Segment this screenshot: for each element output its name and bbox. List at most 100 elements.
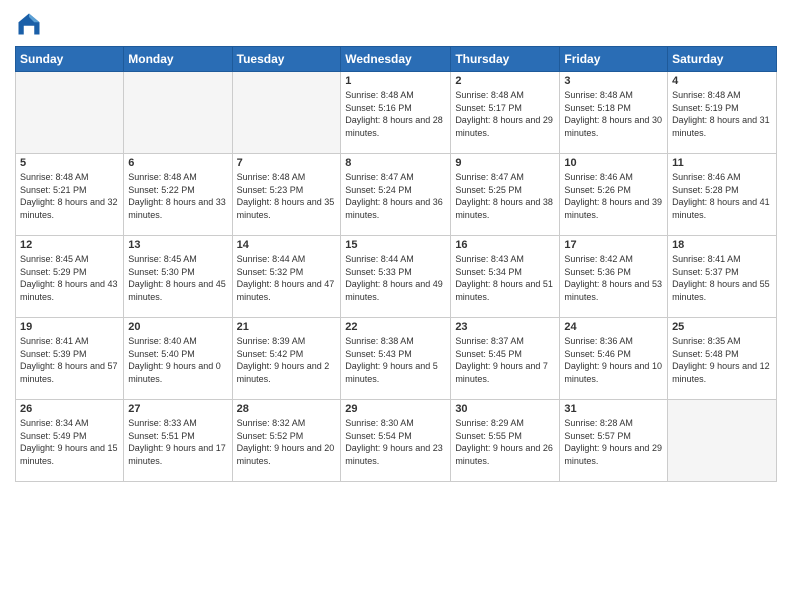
day-cell: 26 Sunrise: 8:34 AM Sunset: 5:49 PM Dayli… xyxy=(16,400,124,482)
day-number: 1 xyxy=(345,75,446,87)
day-number: 15 xyxy=(345,239,446,251)
day-cell: 17 Sunrise: 8:42 AM Sunset: 5:36 PM Dayli… xyxy=(560,236,668,318)
day-number: 30 xyxy=(455,403,555,415)
week-row: 12 Sunrise: 8:45 AM Sunset: 5:29 PM Dayli… xyxy=(16,236,777,318)
day-cell xyxy=(124,72,232,154)
col-header-friday: Friday xyxy=(560,47,668,72)
day-info: Sunrise: 8:30 AM Sunset: 5:54 PM Dayligh… xyxy=(345,417,446,467)
day-info: Sunrise: 8:48 AM Sunset: 5:16 PM Dayligh… xyxy=(345,89,446,139)
day-info: Sunrise: 8:48 AM Sunset: 5:19 PM Dayligh… xyxy=(672,89,772,139)
day-info: Sunrise: 8:46 AM Sunset: 5:28 PM Dayligh… xyxy=(672,171,772,221)
day-number: 2 xyxy=(455,75,555,87)
day-number: 7 xyxy=(237,157,337,169)
day-cell: 28 Sunrise: 8:32 AM Sunset: 5:52 PM Dayli… xyxy=(232,400,341,482)
week-row: 5 Sunrise: 8:48 AM Sunset: 5:21 PM Daylig… xyxy=(16,154,777,236)
day-number: 10 xyxy=(564,157,663,169)
day-info: Sunrise: 8:48 AM Sunset: 5:22 PM Dayligh… xyxy=(128,171,227,221)
day-info: Sunrise: 8:46 AM Sunset: 5:26 PM Dayligh… xyxy=(564,171,663,221)
day-cell xyxy=(232,72,341,154)
week-row: 19 Sunrise: 8:41 AM Sunset: 5:39 PM Dayli… xyxy=(16,318,777,400)
day-info: Sunrise: 8:38 AM Sunset: 5:43 PM Dayligh… xyxy=(345,335,446,385)
day-info: Sunrise: 8:37 AM Sunset: 5:45 PM Dayligh… xyxy=(455,335,555,385)
day-number: 23 xyxy=(455,321,555,333)
day-cell: 23 Sunrise: 8:37 AM Sunset: 5:45 PM Dayli… xyxy=(451,318,560,400)
day-number: 29 xyxy=(345,403,446,415)
day-info: Sunrise: 8:48 AM Sunset: 5:18 PM Dayligh… xyxy=(564,89,663,139)
week-row: 1 Sunrise: 8:48 AM Sunset: 5:16 PM Daylig… xyxy=(16,72,777,154)
day-cell: 16Sunrise: 8:43 AM Sunset: 5:34 PM Dayli… xyxy=(451,236,560,318)
col-header-wednesday: Wednesday xyxy=(341,47,451,72)
day-number: 9 xyxy=(455,157,555,169)
day-info: Sunrise: 8:34 AM Sunset: 5:49 PM Dayligh… xyxy=(20,417,119,467)
day-info: Sunrise: 8:45 AM Sunset: 5:29 PM Dayligh… xyxy=(20,253,119,303)
day-cell: 11 Sunrise: 8:46 AM Sunset: 5:28 PM Dayli… xyxy=(668,154,777,236)
calendar: SundayMondayTuesdayWednesdayThursdayFrid… xyxy=(15,46,777,482)
day-cell: 4 Sunrise: 8:48 AM Sunset: 5:19 PM Daylig… xyxy=(668,72,777,154)
day-info: Sunrise: 8:36 AM Sunset: 5:46 PM Dayligh… xyxy=(564,335,663,385)
day-info: Sunrise: 8:40 AM Sunset: 5:40 PM Dayligh… xyxy=(128,335,227,385)
day-number: 13 xyxy=(128,239,227,251)
day-number: 26 xyxy=(20,403,119,415)
day-cell: 19 Sunrise: 8:41 AM Sunset: 5:39 PM Dayli… xyxy=(16,318,124,400)
day-info: Sunrise: 8:47 AM Sunset: 5:25 PM Dayligh… xyxy=(455,171,555,221)
day-info: Sunrise: 8:28 AM Sunset: 5:57 PM Dayligh… xyxy=(564,417,663,467)
day-cell: 12 Sunrise: 8:45 AM Sunset: 5:29 PM Dayli… xyxy=(16,236,124,318)
day-cell: 10 Sunrise: 8:46 AM Sunset: 5:26 PM Dayli… xyxy=(560,154,668,236)
day-cell xyxy=(668,400,777,482)
day-info: Sunrise: 8:48 AM Sunset: 5:23 PM Dayligh… xyxy=(237,171,337,221)
day-cell: 18Sunrise: 8:41 AM Sunset: 5:37 PM Dayli… xyxy=(668,236,777,318)
day-info: Sunrise: 8:32 AM Sunset: 5:52 PM Dayligh… xyxy=(237,417,337,467)
day-info: Sunrise: 8:48 AM Sunset: 5:17 PM Dayligh… xyxy=(455,89,555,139)
page: SundayMondayTuesdayWednesdayThursdayFrid… xyxy=(0,0,792,612)
day-cell: 3 Sunrise: 8:48 AM Sunset: 5:18 PM Daylig… xyxy=(560,72,668,154)
day-number: 19 xyxy=(20,321,119,333)
col-header-sunday: Sunday xyxy=(16,47,124,72)
day-number: 17 xyxy=(564,239,663,251)
day-info: Sunrise: 8:33 AM Sunset: 5:51 PM Dayligh… xyxy=(128,417,227,467)
day-cell: 9 Sunrise: 8:47 AM Sunset: 5:25 PM Daylig… xyxy=(451,154,560,236)
day-cell: 8 Sunrise: 8:47 AM Sunset: 5:24 PM Daylig… xyxy=(341,154,451,236)
week-row: 26 Sunrise: 8:34 AM Sunset: 5:49 PM Dayli… xyxy=(16,400,777,482)
day-number: 20 xyxy=(128,321,227,333)
day-cell: 25 Sunrise: 8:35 AM Sunset: 5:48 PM Dayli… xyxy=(668,318,777,400)
day-number: 21 xyxy=(237,321,337,333)
day-number: 4 xyxy=(672,75,772,87)
day-number: 22 xyxy=(345,321,446,333)
day-cell: 27Sunrise: 8:33 AM Sunset: 5:51 PM Dayli… xyxy=(124,400,232,482)
day-number: 3 xyxy=(564,75,663,87)
day-info: Sunrise: 8:41 AM Sunset: 5:37 PM Dayligh… xyxy=(672,253,772,303)
logo xyxy=(15,10,47,38)
day-number: 8 xyxy=(345,157,446,169)
day-cell: 13 Sunrise: 8:45 AM Sunset: 5:30 PM Dayli… xyxy=(124,236,232,318)
col-header-tuesday: Tuesday xyxy=(232,47,341,72)
day-cell: 21 Sunrise: 8:39 AM Sunset: 5:42 PM Dayli… xyxy=(232,318,341,400)
day-cell: 24 Sunrise: 8:36 AM Sunset: 5:46 PM Dayli… xyxy=(560,318,668,400)
day-info: Sunrise: 8:41 AM Sunset: 5:39 PM Dayligh… xyxy=(20,335,119,385)
day-number: 12 xyxy=(20,239,119,251)
col-header-thursday: Thursday xyxy=(451,47,560,72)
day-cell: 6Sunrise: 8:48 AM Sunset: 5:22 PM Daylig… xyxy=(124,154,232,236)
day-info: Sunrise: 8:35 AM Sunset: 5:48 PM Dayligh… xyxy=(672,335,772,385)
day-info: Sunrise: 8:44 AM Sunset: 5:32 PM Dayligh… xyxy=(237,253,337,303)
day-cell: 14 Sunrise: 8:44 AM Sunset: 5:32 PM Dayli… xyxy=(232,236,341,318)
day-cell: 20 Sunrise: 8:40 AM Sunset: 5:40 PM Dayli… xyxy=(124,318,232,400)
day-number: 11 xyxy=(672,157,772,169)
day-number: 25 xyxy=(672,321,772,333)
day-cell: 29 Sunrise: 8:30 AM Sunset: 5:54 PM Dayli… xyxy=(341,400,451,482)
day-cell: 7 Sunrise: 8:48 AM Sunset: 5:23 PM Daylig… xyxy=(232,154,341,236)
day-cell: 15Sunrise: 8:44 AM Sunset: 5:33 PM Dayli… xyxy=(341,236,451,318)
day-number: 5 xyxy=(20,157,119,169)
day-cell: 30Sunrise: 8:29 AM Sunset: 5:55 PM Dayli… xyxy=(451,400,560,482)
day-cell: 2 Sunrise: 8:48 AM Sunset: 5:17 PM Daylig… xyxy=(451,72,560,154)
day-info: Sunrise: 8:47 AM Sunset: 5:24 PM Dayligh… xyxy=(345,171,446,221)
day-number: 16 xyxy=(455,239,555,251)
day-number: 24 xyxy=(564,321,663,333)
day-info: Sunrise: 8:48 AM Sunset: 5:21 PM Dayligh… xyxy=(20,171,119,221)
day-info: Sunrise: 8:42 AM Sunset: 5:36 PM Dayligh… xyxy=(564,253,663,303)
day-number: 14 xyxy=(237,239,337,251)
header xyxy=(15,10,777,38)
day-info: Sunrise: 8:39 AM Sunset: 5:42 PM Dayligh… xyxy=(237,335,337,385)
col-header-monday: Monday xyxy=(124,47,232,72)
day-info: Sunrise: 8:45 AM Sunset: 5:30 PM Dayligh… xyxy=(128,253,227,303)
day-number: 28 xyxy=(237,403,337,415)
